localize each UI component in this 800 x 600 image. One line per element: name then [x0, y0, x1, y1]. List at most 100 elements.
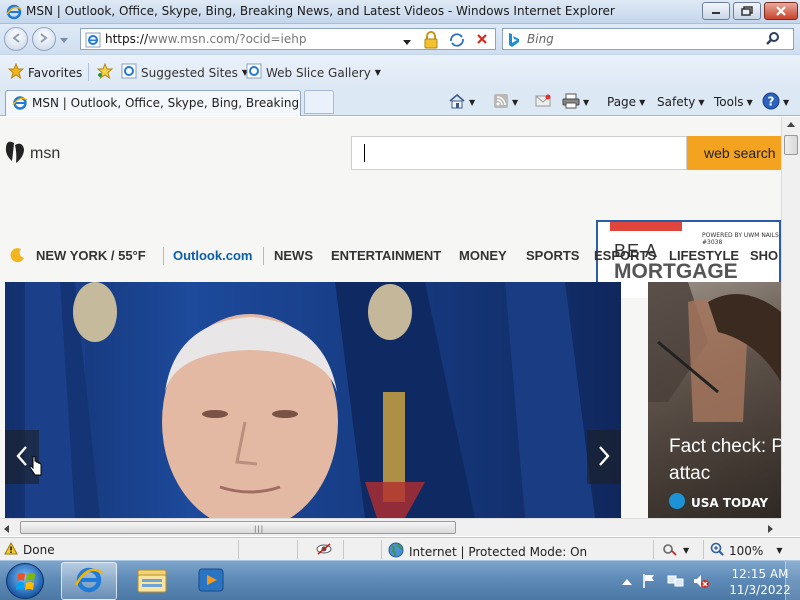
recent-pages-dropdown[interactable] — [60, 33, 68, 47]
favorites-button[interactable]: Favorites — [7, 62, 82, 82]
minimize-button[interactable] — [702, 2, 730, 20]
taskbar-windows-explorer[interactable] — [124, 562, 180, 600]
search-icon[interactable] — [765, 31, 781, 50]
favorites-bar: Favorites Suggested Sites ▼ Web Slice Ga… — [0, 54, 800, 88]
chevron-down-icon: ▼ — [746, 97, 753, 107]
suggested-sites-label: Suggested Sites — [141, 65, 238, 80]
privacy-report-button[interactable] — [316, 542, 332, 559]
show-desktop-button[interactable] — [785, 561, 800, 600]
safety-menu[interactable]: Safety ▼ — [657, 92, 705, 112]
scroll-grip-icon: ||| — [254, 525, 265, 533]
address-bar[interactable]: https://www.msn.com/?ocid=iehp — [80, 28, 496, 50]
news-card[interactable]: Fact check: Pa alleged attac USA TODAY — [648, 282, 781, 518]
zoom-control[interactable]: 100% ▼ — [710, 542, 782, 559]
carousel-next-button[interactable] — [587, 430, 621, 484]
weather-link[interactable]: NEW YORK / 55°F — [36, 248, 146, 263]
taskbar: 12:15 AM 11/3/2022 — [0, 560, 800, 600]
address-dropdown[interactable] — [403, 35, 411, 49]
chevron-down-icon: ▼ — [683, 546, 690, 555]
back-arrow-icon — [10, 32, 22, 47]
nav-money[interactable]: MONEY — [459, 248, 507, 263]
bing-icon — [507, 32, 521, 51]
web-slice-gallery-link[interactable]: Web Slice Gallery ▼ — [246, 63, 381, 82]
taskbar-media-player[interactable] — [183, 562, 239, 600]
web-slice-label: Web Slice Gallery — [266, 65, 371, 80]
help-icon: ? — [762, 92, 780, 113]
status-bar: Done Internet | Protected Mode: On ▼ 100… — [0, 537, 800, 560]
scroll-right-arrow-icon[interactable] — [768, 522, 774, 536]
svg-text:?: ? — [768, 94, 775, 108]
media-player-icon — [196, 565, 226, 598]
msn-nav-bar: NEW YORK / 55°F Outlook.com NEWS ENTERTA… — [0, 243, 781, 269]
horizontal-scrollbar[interactable]: ||| — [0, 518, 781, 536]
web-search-input[interactable] — [351, 136, 687, 170]
system-tray: 12:15 AM 11/3/2022 — [616, 561, 800, 600]
nav-entertainment[interactable]: ENTERTAINMENT — [331, 248, 441, 263]
text-cursor — [364, 144, 365, 162]
settings-refresh-icon — [662, 542, 678, 559]
scroll-left-arrow-icon[interactable] — [4, 522, 10, 536]
nav-sports[interactable]: SPORTS — [526, 248, 579, 263]
nav-outlook[interactable]: Outlook.com — [173, 248, 252, 263]
tab-msn[interactable]: MSN | Outlook, Office, Skype, Bing, Brea… — [5, 90, 301, 116]
add-to-favorites-bar-button[interactable] — [96, 62, 114, 82]
favorites-divider — [88, 63, 89, 81]
vertical-scroll-thumb[interactable] — [784, 135, 798, 155]
network-icon[interactable] — [667, 573, 685, 592]
restore-button[interactable] — [733, 2, 761, 20]
security-zone-label: Internet | Protected Mode: On — [409, 544, 588, 559]
bing-placeholder: Bing — [527, 32, 554, 46]
feeds-icon — [493, 93, 509, 112]
tools-menu-label: Tools — [714, 95, 744, 109]
page-menu-label: Page — [607, 95, 637, 109]
scroll-corner — [781, 518, 800, 536]
home-button[interactable]: ▼ — [448, 92, 475, 112]
bing-search-box[interactable]: Bing — [502, 28, 794, 50]
nav-esports[interactable]: ESPORTS — [594, 248, 656, 263]
chevron-down-icon: ▼ — [583, 97, 590, 107]
tools-menu[interactable]: Tools ▼ — [714, 92, 753, 112]
nav-news[interactable]: NEWS — [274, 248, 313, 263]
volume-muted-icon[interactable] — [692, 573, 710, 592]
window-title: MSN | Outlook, Office, Skype, Bing, Brea… — [26, 4, 615, 18]
read-mail-button[interactable] — [535, 92, 551, 112]
print-button[interactable]: ▼ — [562, 92, 589, 112]
vertical-scrollbar[interactable] — [781, 117, 800, 518]
feeds-button[interactable]: ▼ — [493, 92, 518, 112]
page-menu[interactable]: Page ▼ — [607, 92, 645, 112]
suggested-sites-link[interactable]: Suggested Sites ▼ — [121, 63, 248, 82]
horizontal-scroll-thumb[interactable]: ||| — [20, 521, 456, 534]
nav-lifestyle[interactable]: LIFESTYLE — [669, 248, 739, 263]
hero-carousel[interactable] — [5, 282, 621, 518]
status-divider — [297, 540, 298, 559]
start-button[interactable] — [6, 563, 44, 599]
forward-button[interactable] — [32, 27, 56, 51]
scroll-up-arrow-icon[interactable] — [782, 117, 800, 133]
taskbar-internet-explorer[interactable] — [61, 562, 117, 600]
protected-mode-button[interactable]: ▼ — [662, 542, 689, 559]
status-divider — [238, 540, 239, 559]
zoom-icon — [710, 542, 724, 559]
close-button[interactable] — [764, 2, 798, 20]
help-button[interactable]: ? ▼ — [762, 92, 789, 112]
chevron-down-icon: ▼ — [374, 68, 381, 77]
warning-icon — [4, 541, 18, 558]
new-tab-button[interactable] — [304, 90, 334, 114]
chevron-down-icon: ▼ — [698, 97, 705, 107]
nav-divider — [163, 247, 164, 265]
web-search-button[interactable]: web search — [687, 136, 781, 170]
compat-view-icon[interactable] — [449, 32, 465, 51]
nav-shopping[interactable]: SHO — [750, 248, 778, 263]
show-hidden-icons-button[interactable] — [622, 575, 632, 589]
status-message: Done — [4, 541, 55, 558]
hero-image — [25, 282, 595, 518]
news-card-source-label: USA TODAY — [691, 495, 769, 510]
action-center-flag-icon[interactable] — [642, 573, 656, 592]
back-button[interactable] — [4, 27, 28, 51]
msn-logo[interactable]: msn — [4, 139, 60, 168]
stop-icon[interactable] — [475, 32, 489, 49]
chevron-down-icon: ▼ — [639, 97, 646, 107]
window-titlebar: MSN | Outlook, Office, Skype, Bing, Brea… — [0, 0, 800, 24]
security-zone[interactable]: Internet | Protected Mode: On — [388, 542, 587, 561]
lock-icon[interactable] — [423, 31, 439, 52]
